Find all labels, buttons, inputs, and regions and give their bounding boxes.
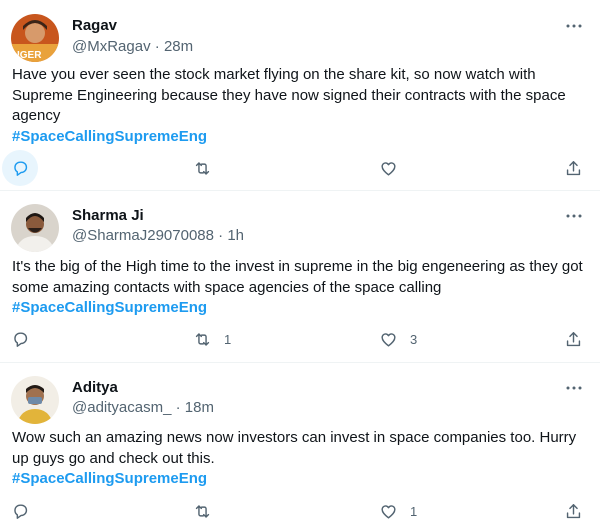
reply-button[interactable] <box>11 156 30 180</box>
share-button[interactable] <box>564 156 583 180</box>
avatar[interactable] <box>11 376 59 424</box>
separator-dot: · <box>175 399 185 416</box>
author-meta: @MxRagav · 28m <box>72 38 193 55</box>
retweet-icon <box>195 332 210 346</box>
tweet-time[interactable]: 1h <box>227 227 244 244</box>
reply-icon <box>14 160 28 176</box>
tweet-body: Wow such an amazing news now investors c… <box>12 429 577 467</box>
like-button[interactable]: 3 <box>379 327 417 351</box>
like-icon <box>381 332 396 347</box>
like-icon <box>381 504 396 519</box>
like-button[interactable]: 1 <box>379 499 417 523</box>
more-icon[interactable] <box>565 207 583 225</box>
reply-button[interactable] <box>11 499 30 523</box>
hashtag-link[interactable]: #SpaceCallingSupremeEng <box>12 127 588 148</box>
author-name[interactable]: Sharma Ji <box>72 207 144 224</box>
like-icon <box>381 161 396 176</box>
share-button[interactable] <box>564 499 583 523</box>
retweet-icon <box>195 504 210 518</box>
tweet-text: Wow such an amazing news now investors c… <box>12 428 588 490</box>
tweet-card[interactable]: Sharma Ji @SharmaJ29070088 · 1h It's the… <box>0 191 600 363</box>
share-button[interactable] <box>564 327 583 351</box>
like-count: 3 <box>410 331 418 347</box>
like-button[interactable] <box>379 156 410 180</box>
separator-dot: · <box>154 38 164 55</box>
hashtag-link[interactable]: #SpaceCallingSupremeEng <box>12 298 588 319</box>
tweet-time[interactable]: 18m <box>185 399 214 416</box>
author-handle[interactable]: @adityacasm_ <box>72 399 171 416</box>
tweet-text: It's the big of the High time to the inv… <box>12 257 588 319</box>
author-handle[interactable]: @MxRagav <box>72 38 151 55</box>
share-icon <box>566 160 581 175</box>
author-name[interactable]: Aditya <box>72 379 118 396</box>
author-meta: @SharmaJ29070088 · 1h <box>72 227 244 244</box>
share-icon <box>566 331 581 346</box>
reply-icon <box>14 503 28 519</box>
svg-text:IGER: IGER <box>17 50 42 61</box>
retweet-button[interactable] <box>193 156 224 180</box>
tweet-body: Have you ever seen the stock market flyi… <box>12 66 566 124</box>
retweet-icon <box>195 161 210 175</box>
author-meta: @adityacasm_ · 18m <box>72 399 214 416</box>
share-icon <box>566 503 581 518</box>
more-icon[interactable] <box>565 379 583 397</box>
like-count: 1 <box>410 503 418 519</box>
separator-dot: · <box>218 227 228 244</box>
tweet-body: It's the big of the High time to the inv… <box>12 258 583 296</box>
hashtag-link[interactable]: #SpaceCallingSupremeEng <box>12 469 588 490</box>
avatar[interactable]: IGER <box>11 14 59 62</box>
author-handle[interactable]: @SharmaJ29070088 <box>72 227 214 244</box>
more-icon[interactable] <box>565 17 583 35</box>
avatar[interactable] <box>11 204 59 252</box>
tweet-card[interactable]: IGER Ragav @MxRagav · 28m Have you ever … <box>0 0 600 191</box>
tweet-card[interactable]: Aditya @adityacasm_ · 18m Wow such an am… <box>0 363 600 526</box>
tweet-time[interactable]: 28m <box>164 38 193 55</box>
retweet-button[interactable]: 1 <box>193 327 231 351</box>
author-name[interactable]: Ragav <box>72 17 117 34</box>
reply-icon <box>14 331 28 347</box>
tweet-text: Have you ever seen the stock market flyi… <box>12 65 588 147</box>
retweet-count: 1 <box>224 331 232 347</box>
reply-button[interactable] <box>11 327 30 351</box>
retweet-button[interactable] <box>193 499 224 523</box>
